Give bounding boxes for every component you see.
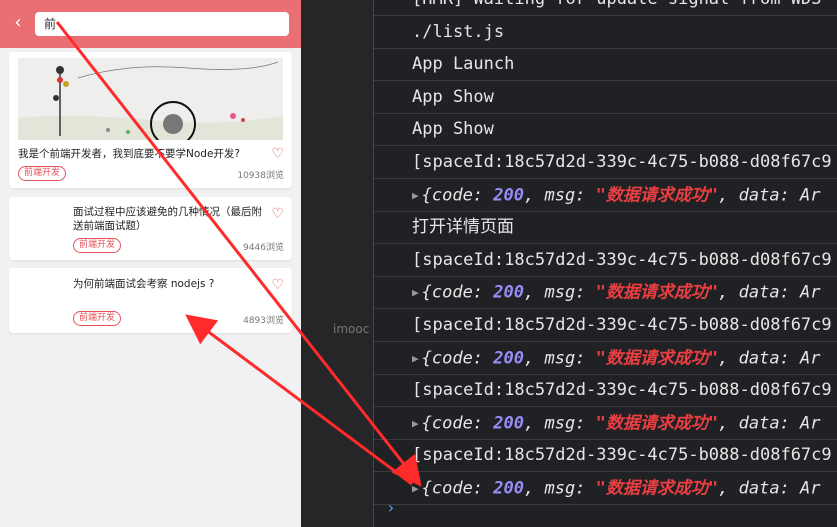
console-object-row[interactable]: ▶ {code: 200, msg: "数据请求成功", data: Ar [374,180,837,212]
object-key-code: {code: [421,282,494,303]
devtools-console: [HMR] Waiting for update signal from WDS… [373,0,837,527]
console-log-row: [spaceId:18c57d2d-339c-4c75-b088-d08f67c… [374,440,837,473]
console-log-row: App Show [374,82,837,114]
object-value-msg: "数据请求成功" [595,413,719,434]
console-log-row: App Show [374,114,837,147]
object-value-code: 200 [493,185,524,206]
search-nav-bar: ‹ 前 [0,0,301,48]
object-value-msg: "数据请求成功" [595,185,719,206]
console-log-row: [HMR] Waiting for update signal from WDS [374,0,837,16]
watermark: imooc [333,322,370,336]
article-card[interactable]: 我是个前端开发者，我到底要不要学Node开发? ♡ 前端开发 10938浏览 [9,52,292,188]
console-object-row[interactable]: ▶ {code: 200, msg: "数据请求成功", data: Ar [374,408,837,440]
view-count: 4893浏览 [243,316,284,326]
back-arrow-icon[interactable]: ‹ [8,12,28,34]
expand-triangle-icon[interactable]: ▶ [412,286,419,299]
expand-triangle-icon[interactable]: ▶ [412,482,419,495]
category-tag: 前端开发 [73,311,122,326]
object-key-data: , data: Ar [718,478,821,499]
object-value-msg: "数据请求成功" [595,282,719,303]
object-key-msg: , msg: [524,478,596,499]
object-key-code: {code: [421,478,494,499]
expand-triangle-icon[interactable]: ▶ [412,417,419,430]
console-object-row[interactable]: ▶ {code: 200, msg: "数据请求成功", data: Ar [374,343,837,375]
favorite-heart-icon[interactable]: ♡ [271,278,284,292]
console-log-row: [spaceId:18c57d2d-339c-4c75-b088-d08f67c… [374,245,837,277]
console-log-row: ./list.js [374,17,837,49]
object-key-msg: , msg: [524,348,596,369]
console-prompt-icon[interactable]: › [386,498,396,517]
object-value-code: 200 [493,348,524,369]
object-value-code: 200 [493,282,524,303]
object-value-code: 200 [493,413,524,434]
favorite-heart-icon[interactable]: ♡ [271,207,284,221]
object-key-code: {code: [421,348,494,369]
expand-triangle-icon[interactable]: ▶ [412,189,419,202]
object-key-data: , data: Ar [718,282,821,303]
view-count: 9446浏览 [243,243,284,253]
console-object-row[interactable]: ▶ {code: 200, msg: "数据请求成功", data: Ar [374,277,837,310]
object-key-data: , data: Ar [718,413,821,434]
article-card[interactable]: 面试过程中应该避免的几种情况（最后附送前端面试题） ♡ 前端开发 9446浏览 [9,197,292,260]
console-object-row[interactable]: ▶ {code: 200, msg: "数据请求成功", data: Ar [374,473,837,505]
console-log-row: [spaceId:18c57d2d-339c-4c75-b088-d08f67c… [374,310,837,342]
article-title: 面试过程中应该避免的几种情况（最后附送前端面试题） [73,206,262,232]
object-value-code: 200 [493,478,524,499]
view-count: 10938浏览 [237,171,284,181]
object-key-data: , data: Ar [718,348,821,369]
object-key-msg: , msg: [524,413,596,434]
console-log-row: App Launch [374,49,837,82]
article-title: 为何前端面试会考察 nodejs ? [73,278,215,290]
object-key-code: {code: [421,185,494,206]
object-value-msg: "数据请求成功" [595,348,719,369]
console-log-row: [spaceId:18c57d2d-339c-4c75-b088-d08f67c… [374,147,837,179]
article-cover-image [18,58,283,140]
console-log-row: 打开详情页面 [374,212,837,245]
object-key-msg: , msg: [524,282,596,303]
phone-simulator: ‹ 前 我是个前端开发者，我到底要不要学Node开发? ♡ 前端开发 10938… [0,0,302,527]
object-key-msg: , msg: [524,185,596,206]
search-input[interactable]: 前 [35,12,289,36]
article-title: 我是个前端开发者，我到底要不要学Node开发? [18,148,240,160]
console-log-row: [spaceId:18c57d2d-339c-4c75-b088-d08f67c… [374,375,837,408]
expand-triangle-icon[interactable]: ▶ [412,352,419,365]
panel-gutter [301,0,373,527]
object-key-data: , data: Ar [718,185,821,206]
category-tag: 前端开发 [73,238,122,253]
object-key-code: {code: [421,413,494,434]
object-value-msg: "数据请求成功" [595,478,719,499]
favorite-heart-icon[interactable]: ♡ [271,147,284,161]
article-card[interactable]: 为何前端面试会考察 nodejs ? ♡ 前端开发 4893浏览 [9,268,292,333]
category-tag: 前端开发 [18,166,67,181]
